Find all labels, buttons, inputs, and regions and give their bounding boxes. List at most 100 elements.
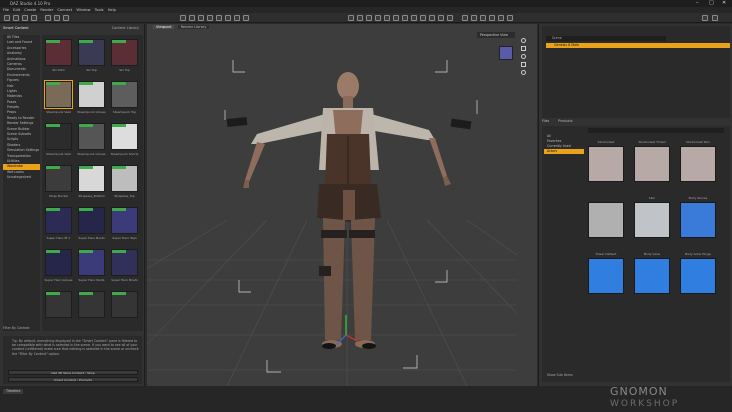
menu-create[interactable]: Create: [24, 8, 36, 12]
redo-icon[interactable]: [63, 15, 69, 21]
asset-thumbnail[interactable]: [111, 165, 138, 192]
merge-icon[interactable]: [22, 15, 28, 21]
new-badge: [79, 124, 93, 127]
asset-thumbnail[interactable]: [45, 123, 72, 150]
camera-icon[interactable]: [420, 15, 426, 21]
products-button[interactable]: Smart Content › Products: [8, 377, 138, 382]
render-settings-icon[interactable]: [447, 15, 453, 21]
surface-thumbnail[interactable]: [588, 258, 624, 294]
surface-thumbnail[interactable]: [634, 146, 670, 182]
asset-thumbnail[interactable]: [45, 207, 72, 234]
asset-thumbnail[interactable]: [78, 207, 105, 234]
minimize-button[interactable]: –: [696, 0, 699, 7]
asset-thumbnail[interactable]: [78, 165, 105, 192]
store-icon[interactable]: [712, 15, 718, 21]
surface-thumbnail[interactable]: [588, 146, 624, 182]
viewport[interactable]: Viewport Render Library Perspective View: [147, 24, 537, 386]
undo-icon[interactable]: [54, 15, 60, 21]
surface-thumbnail[interactable]: [680, 202, 716, 238]
close-button[interactable]: ✕: [722, 0, 726, 7]
menu-edit[interactable]: Edit: [13, 8, 20, 12]
menu-file[interactable]: File: [3, 8, 9, 12]
surface-thumbnail[interactable]: [588, 202, 624, 238]
geometry-editor-icon[interactable]: [243, 15, 249, 21]
layout-icon[interactable]: [471, 15, 477, 21]
asset-thumbnail[interactable]: [111, 81, 138, 108]
surface-thumbnail[interactable]: [634, 202, 670, 238]
iray-preview-icon[interactable]: [462, 15, 468, 21]
asset-thumbnail[interactable]: [111, 123, 138, 150]
spot-render-icon[interactable]: [348, 15, 354, 21]
select-tool-icon[interactable]: [357, 15, 363, 21]
surface-tool-icon[interactable]: [234, 15, 240, 21]
surface-thumbnail[interactable]: [634, 258, 670, 294]
info-text: Tip: By default, everything displayed in…: [12, 339, 139, 356]
tab-timeline[interactable]: Timeline: [3, 389, 24, 394]
home-icon[interactable]: [702, 15, 708, 21]
open-icon[interactable]: [13, 15, 19, 21]
figure-setup-icon[interactable]: [411, 15, 417, 21]
tool-settings-icon[interactable]: [489, 15, 495, 21]
category-item[interactable]: Uncategorized: [3, 175, 40, 180]
tab-products[interactable]: Products: [558, 119, 572, 123]
tree-item[interactable]: [544, 244, 584, 249]
new-badge: [112, 124, 126, 127]
menu-connect[interactable]: Connect: [57, 8, 72, 12]
asset-thumbnail[interactable]: [78, 39, 105, 66]
tab-render-library[interactable]: Render Library: [177, 25, 210, 29]
asset-thumbnail[interactable]: [78, 81, 105, 108]
menu-window[interactable]: Window: [76, 8, 90, 12]
asset-label: Steampunk Top: [112, 110, 137, 114]
tab-smart-content[interactable]: Smart Content: [3, 26, 29, 30]
menu-render[interactable]: Render: [40, 8, 53, 12]
asset-thumbnail[interactable]: [78, 249, 105, 276]
surface-thumbnail[interactable]: [680, 146, 716, 182]
light-icon[interactable]: [429, 15, 435, 21]
scene-node-row[interactable]: Genesis 8 Male: [546, 43, 730, 48]
maximize-button[interactable]: □: [709, 0, 714, 7]
menu-tools[interactable]: Tools: [95, 8, 104, 12]
node-selection-icon[interactable]: [180, 15, 186, 21]
asset-thumbnail[interactable]: [45, 165, 72, 192]
asset-thumbnail[interactable]: [45, 39, 72, 66]
primitive-icon[interactable]: [438, 15, 444, 21]
rotate-icon[interactable]: [375, 15, 381, 21]
asset-thumbnail[interactable]: [45, 249, 72, 276]
scale-tool-icon[interactable]: [216, 15, 222, 21]
asset-thumbnail[interactable]: [111, 207, 138, 234]
tab-files[interactable]: Files: [542, 119, 549, 123]
parameters-icon[interactable]: [507, 15, 513, 21]
category-item[interactable]: Simulation Settings: [3, 148, 40, 153]
asset-thumbnail[interactable]: [111, 249, 138, 276]
asset-label: Steampunk Vest: [46, 152, 71, 156]
pose-tool-icon[interactable]: [393, 15, 399, 21]
filter-input[interactable]: [588, 128, 724, 133]
save-icon[interactable]: [31, 15, 37, 21]
joint-editor-icon[interactable]: [225, 15, 231, 21]
surface-thumbnail[interactable]: [680, 258, 716, 294]
scale-icon[interactable]: [384, 15, 390, 21]
render-icon[interactable]: [45, 15, 51, 21]
scene-search-input[interactable]: Scene: [546, 36, 666, 41]
asset-thumbnail[interactable]: [111, 291, 138, 318]
show-sub-items-checkbox[interactable]: Show Sub Items: [547, 373, 573, 377]
translate-tool-icon[interactable]: [198, 15, 204, 21]
weight-map-icon[interactable]: [402, 15, 408, 21]
move-tool-icon[interactable]: [366, 15, 372, 21]
asset-thumbnail[interactable]: [45, 291, 72, 318]
tab-viewport[interactable]: Viewport: [153, 25, 175, 29]
asset-thumbnail[interactable]: [111, 39, 138, 66]
asset-thumbnail[interactable]: [78, 123, 105, 150]
tab-content-library[interactable]: Content Library: [112, 25, 139, 32]
universal-tool-icon[interactable]: [189, 15, 195, 21]
asset-thumbnail[interactable]: [78, 291, 105, 318]
rotate-tool-icon[interactable]: [207, 15, 213, 21]
asset-thumbnail[interactable]: [44, 80, 73, 109]
new-icon[interactable]: [4, 15, 10, 21]
viewport-nav-icons[interactable]: [521, 38, 527, 78]
menu-help[interactable]: Help: [108, 8, 116, 12]
filter-context-label[interactable]: Filter By Context: [3, 326, 29, 330]
aux-viewport-icon[interactable]: [480, 15, 486, 21]
store-content-button[interactable]: Daz 3D Store Content › Shop: [8, 370, 138, 375]
surfaces-icon[interactable]: [498, 15, 504, 21]
